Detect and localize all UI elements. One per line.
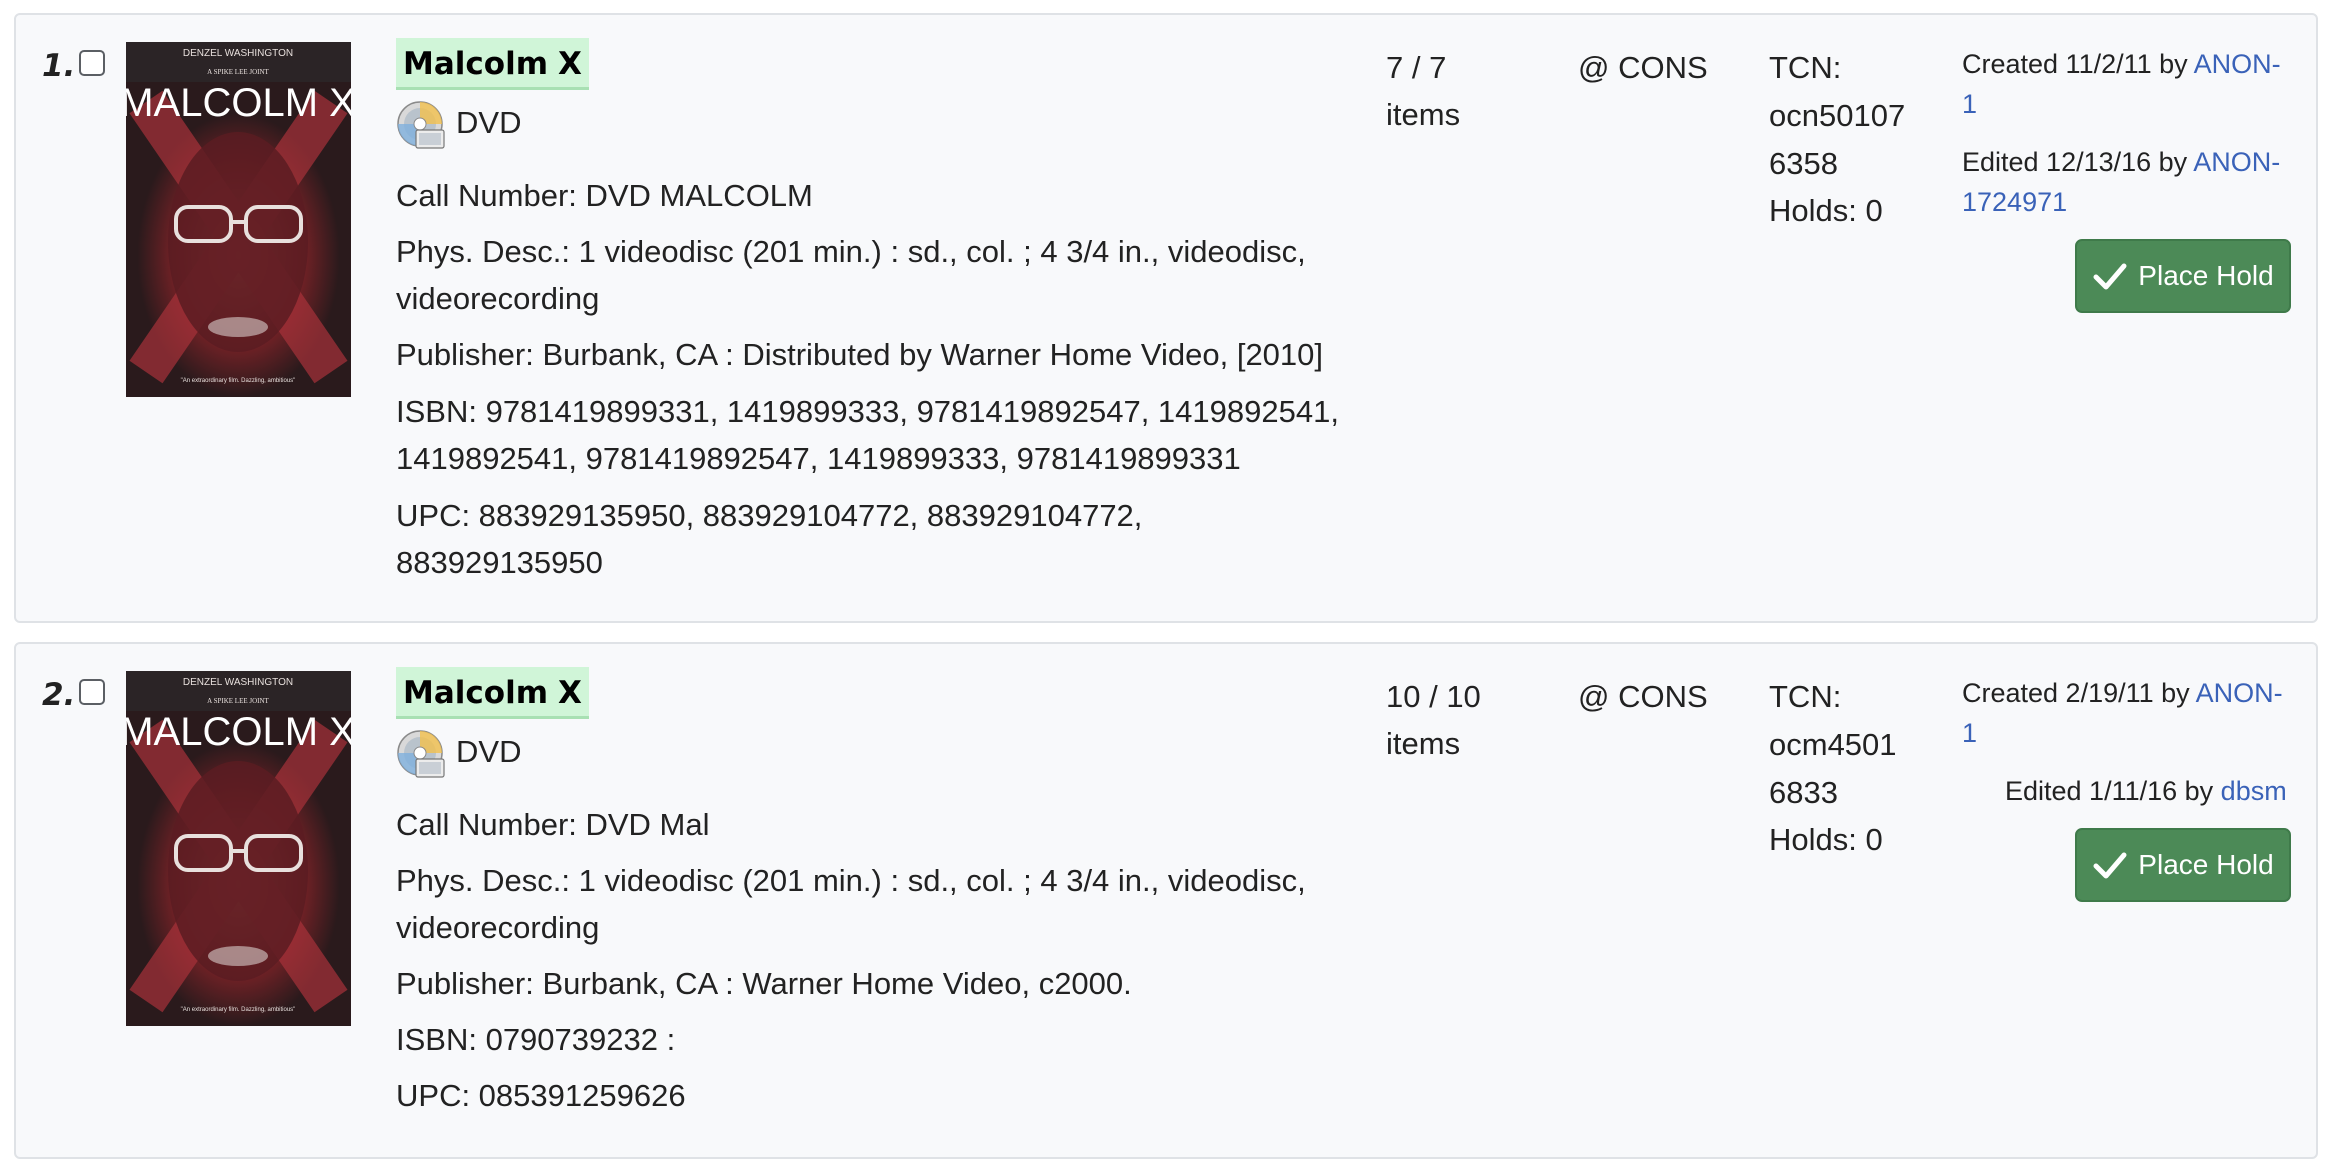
created-label: Created 11/2/11 by	[1962, 49, 2194, 79]
creator-link[interactable]: ANON-	[2196, 678, 2283, 708]
call-number: Call Number: DVD MALCOLM	[396, 178, 813, 213]
creator-link[interactable]: ANON-	[2194, 49, 2281, 79]
cover-film-text: A SPIKE LEE JOINT	[207, 68, 269, 76]
created-info: Created 11/2/11 by ANON-	[1962, 44, 2281, 84]
item-count: 7 / 7	[1386, 50, 1447, 85]
holds-count: Holds: 0	[1769, 193, 1883, 228]
cover-image[interactable]: DENZEL WASHINGTON A SPIKE LEE JOINT MALC…	[126, 42, 351, 397]
tcn-value: 6358	[1769, 146, 1838, 181]
place-hold-button[interactable]: Place Hold	[2075, 239, 2291, 313]
editor-link[interactable]: ANON-	[2193, 147, 2280, 177]
cover-art: DENZEL WASHINGTON A SPIKE LEE JOINT MALC…	[126, 671, 351, 1026]
dvd-disc-icon	[397, 101, 445, 149]
cover-quote-text: "An extraordinary film. Dazzling, ambiti…	[181, 378, 296, 384]
title-link-word[interactable]: X	[551, 38, 589, 90]
title-link-word[interactable]: Malcolm	[396, 667, 555, 719]
cover-title-text: MALCOLM X	[126, 81, 351, 125]
creator-link-cont[interactable]: 1	[1962, 713, 1977, 753]
format-label: DVD	[456, 105, 522, 140]
editor-link[interactable]: dbsm	[2221, 776, 2287, 806]
item-count-label: items	[1386, 726, 1461, 761]
isbn-line: ISBN: 9781419899331, 1419899333, 9781419…	[396, 394, 1339, 429]
result-number: 1.	[42, 48, 76, 84]
location: @ CONS	[1578, 679, 1708, 714]
editor-link[interactable]: 1724971	[1962, 187, 2067, 217]
result-number: 2.	[42, 677, 76, 713]
isbn-line: 1419892541, 9781419892547, 1419899333, 9…	[396, 441, 1241, 476]
tcn-value: ocn50107	[1769, 98, 1906, 133]
upc-line: UPC: 085391259626	[396, 1078, 686, 1113]
created-label: Created 2/19/11 by	[1962, 678, 2196, 708]
phys-desc-line: videorecording	[396, 281, 600, 316]
isbn-line: ISBN: 0790739232 :	[396, 1022, 676, 1057]
cover-title-text: MALCOLM X	[126, 710, 351, 754]
cover-image[interactable]: DENZEL WASHINGTON A SPIKE LEE JOINT MALC…	[126, 671, 351, 1026]
upc-line: UPC: 883929135950, 883929104772, 8839291…	[396, 498, 1143, 533]
cover-actor-text: DENZEL WASHINGTON	[183, 48, 293, 59]
tcn-label: TCN:	[1769, 679, 1842, 714]
cover-art: DENZEL WASHINGTON A SPIKE LEE JOINT MALC…	[126, 42, 351, 397]
created-info: Created 2/19/11 by ANON-	[1962, 673, 2283, 713]
edited-info: Edited 1/11/16 by dbsm	[2005, 771, 2287, 811]
select-checkbox[interactable]	[79, 50, 105, 76]
creator-link[interactable]: 1	[1962, 89, 1977, 119]
location: @ CONS	[1578, 50, 1708, 85]
edited-label: Edited 1/11/16 by	[2005, 776, 2221, 806]
title-link-word[interactable]: Malcolm	[396, 38, 555, 90]
item-count-label: items	[1386, 97, 1461, 132]
creator-link[interactable]: 1	[1962, 718, 1977, 748]
tcn-value: ocm4501	[1769, 727, 1897, 762]
editor-link-cont[interactable]: 1724971	[1962, 182, 2067, 222]
publisher-line: Publisher: Burbank, CA : Distributed by …	[396, 337, 1324, 372]
place-hold-label: Place Hold	[2138, 260, 2274, 291]
select-checkbox[interactable]	[79, 679, 105, 705]
holds-count: Holds: 0	[1769, 822, 1883, 857]
dvd-disc-icon	[397, 730, 445, 778]
place-hold-label: Place Hold	[2138, 849, 2274, 880]
publisher-line: Publisher: Burbank, CA : Warner Home Vid…	[396, 966, 1132, 1001]
place-hold-button[interactable]: Place Hold	[2075, 828, 2291, 902]
checkmark-icon	[2093, 852, 2127, 879]
tcn-value: 6833	[1769, 775, 1838, 810]
edited-label: Edited 12/13/16 by	[1962, 147, 2194, 177]
upc-line: 883929135950	[396, 545, 603, 580]
tcn-label: TCN:	[1769, 50, 1842, 85]
cover-quote-text: "An extraordinary film. Dazzling, ambiti…	[181, 1007, 296, 1013]
item-count: 10 / 10	[1386, 679, 1481, 714]
checkmark-icon	[2093, 263, 2127, 290]
format-label: DVD	[456, 734, 522, 769]
edited-info: Edited 12/13/16 by ANON-	[1962, 142, 2280, 182]
cover-film-text: A SPIKE LEE JOINT	[207, 697, 269, 705]
phys-desc-line: Phys. Desc.: 1 videodisc (201 min.) : sd…	[396, 863, 1306, 898]
cover-actor-text: DENZEL WASHINGTON	[183, 677, 293, 688]
phys-desc-line: videorecording	[396, 910, 600, 945]
phys-desc-line: Phys. Desc.: 1 videodisc (201 min.) : sd…	[396, 234, 1306, 269]
creator-link-cont[interactable]: 1	[1962, 84, 1977, 124]
call-number: Call Number: DVD Mal	[396, 807, 710, 842]
title-link-word[interactable]: X	[551, 667, 589, 719]
